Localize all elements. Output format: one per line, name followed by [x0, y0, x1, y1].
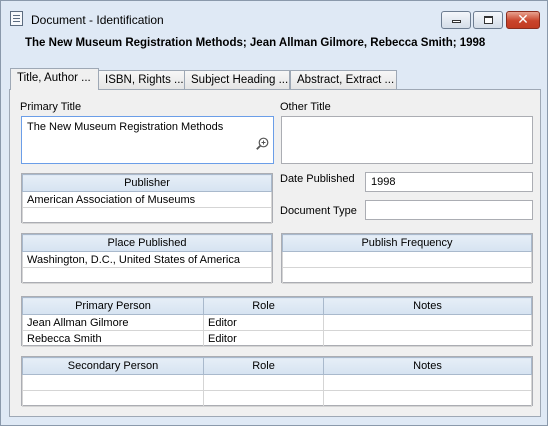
place-published-cell[interactable] — [22, 267, 272, 284]
notes-header[interactable]: Notes — [323, 357, 532, 375]
table-row[interactable]: American Association of Museums — [22, 191, 272, 208]
publisher-header[interactable]: Publisher — [22, 174, 272, 192]
person-cell[interactable] — [22, 390, 204, 407]
role-cell[interactable]: Editor — [203, 314, 324, 331]
maximize-icon — [484, 16, 493, 24]
table-row[interactable] — [22, 390, 532, 407]
table-row[interactable] — [282, 267, 532, 284]
person-cell[interactable] — [22, 374, 204, 391]
publish-frequency-cell[interactable] — [282, 267, 532, 284]
place-published-header[interactable]: Place Published — [22, 234, 272, 252]
notes-cell[interactable] — [323, 390, 532, 407]
publish-frequency-cell[interactable] — [282, 251, 532, 268]
place-published-grid[interactable]: Place Published Washington, D.C., United… — [21, 233, 273, 284]
publish-frequency-grid[interactable]: Publish Frequency — [281, 233, 533, 284]
place-published-cell[interactable]: Washington, D.C., United States of Ameri… — [22, 251, 272, 268]
primary-title-value: The New Museum Registration Methods — [27, 121, 224, 133]
minimize-button[interactable] — [441, 11, 471, 29]
notes-cell[interactable] — [323, 374, 532, 391]
notes-cell[interactable] — [323, 314, 532, 331]
publish-frequency-header[interactable]: Publish Frequency — [282, 234, 532, 252]
document-type-field[interactable] — [365, 200, 533, 220]
role-cell[interactable]: Editor — [203, 330, 324, 347]
window-title: Document - Identification — [31, 13, 164, 27]
minimize-icon — [452, 20, 461, 23]
role-header[interactable]: Role — [203, 297, 324, 315]
title-bar[interactable]: Document - Identification ✕ — [1, 1, 547, 31]
zoom-in-icon[interactable] — [256, 137, 269, 150]
close-icon: ✕ — [517, 12, 529, 28]
date-published-value: 1998 — [371, 176, 396, 188]
maximize-button[interactable] — [473, 11, 503, 29]
role-cell[interactable] — [203, 390, 324, 407]
table-row[interactable] — [22, 267, 272, 284]
secondary-person-header[interactable]: Secondary Person — [22, 357, 204, 375]
tab-abstract-extract[interactable]: Abstract, Extract ... — [290, 70, 397, 89]
person-cell[interactable]: Jean Allman Gilmore — [22, 314, 204, 331]
primary-title-label: Primary Title — [20, 101, 82, 113]
publisher-cell[interactable] — [22, 207, 272, 224]
document-type-label: Document Type — [280, 205, 357, 217]
primary-person-grid[interactable]: Primary Person Role Notes Jean Allman Gi… — [21, 296, 533, 347]
table-row[interactable] — [22, 374, 532, 391]
table-row[interactable]: Jean Allman Gilmore Editor — [22, 314, 532, 331]
close-button[interactable]: ✕ — [506, 11, 540, 29]
document-icon — [10, 11, 23, 26]
table-row[interactable]: Rebecca Smith Editor — [22, 330, 532, 347]
record-heading: The New Museum Registration Methods; Jea… — [25, 37, 486, 49]
role-header[interactable]: Role — [203, 357, 324, 375]
notes-cell[interactable] — [323, 330, 532, 347]
notes-header[interactable]: Notes — [323, 297, 532, 315]
publisher-cell[interactable]: American Association of Museums — [22, 191, 272, 208]
tab-subject-heading[interactable]: Subject Heading ... — [184, 70, 290, 89]
document-window: Document - Identification ✕ The New Muse… — [0, 0, 548, 426]
table-row[interactable] — [22, 207, 272, 224]
date-published-label: Date Published — [280, 173, 355, 185]
other-title-field[interactable] — [281, 116, 533, 164]
primary-title-field[interactable]: The New Museum Registration Methods — [21, 116, 274, 164]
role-cell[interactable] — [203, 374, 324, 391]
tab-panel: Primary Title The New Museum Registratio… — [9, 89, 541, 417]
primary-person-header[interactable]: Primary Person — [22, 297, 204, 315]
tab-isbn-rights[interactable]: ISBN, Rights ... — [98, 70, 190, 89]
tab-title-author[interactable]: Title, Author ... — [10, 68, 99, 90]
secondary-person-grid[interactable]: Secondary Person Role Notes — [21, 356, 533, 407]
table-row[interactable]: Washington, D.C., United States of Ameri… — [22, 251, 272, 268]
date-published-field[interactable]: 1998 — [365, 172, 533, 192]
person-cell[interactable]: Rebecca Smith — [22, 330, 204, 347]
table-row[interactable] — [282, 251, 532, 268]
publisher-grid[interactable]: Publisher American Association of Museum… — [21, 173, 273, 224]
other-title-label: Other Title — [280, 101, 331, 113]
